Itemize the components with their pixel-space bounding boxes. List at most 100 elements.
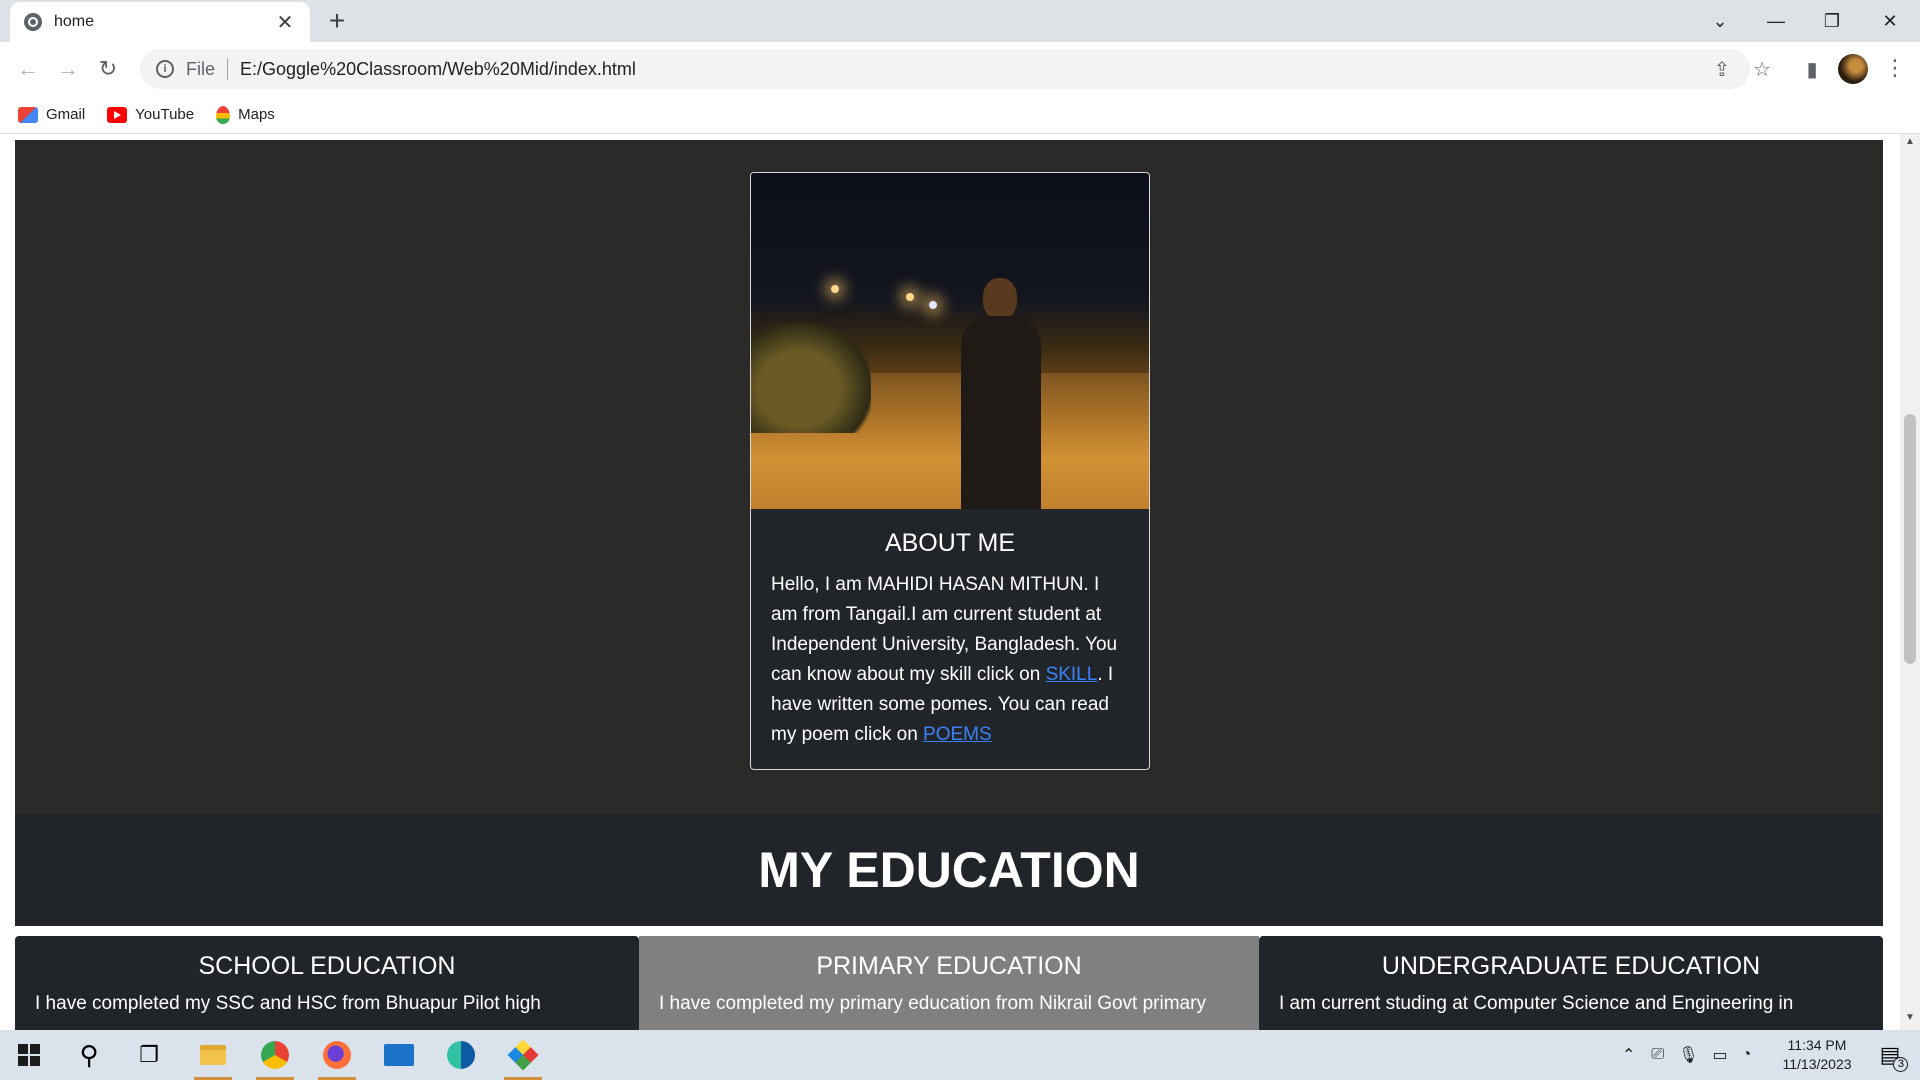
bookmark-star-icon[interactable]: ☆: [1750, 57, 1774, 81]
education-card-title: UNDERGRADUATE EDUCATION: [1381, 952, 1761, 980]
battery-icon[interactable]: ▭: [1713, 1045, 1728, 1065]
globe-icon: [24, 13, 42, 31]
profile-avatar[interactable]: [1838, 54, 1868, 84]
about-card: ABOUT ME Hello, I am MAHIDI HASAN MITHUN…: [750, 172, 1150, 770]
youtube-icon: [107, 106, 128, 123]
education-row: SCHOOL EDUCATION I have completed my SSC…: [15, 936, 1883, 1030]
notification-button[interactable]: ▤ 3: [1870, 1030, 1910, 1080]
education-card-primary: PRIMARY EDUCATION I have completed my pr…: [639, 936, 1259, 1030]
maps-icon: [216, 105, 231, 124]
reload-button[interactable]: ↻: [92, 53, 124, 85]
bookmark-youtube[interactable]: YouTube: [107, 106, 194, 123]
clock-time: 11:34 PM: [1787, 1037, 1847, 1053]
bookmark-gmail[interactable]: Gmail: [18, 106, 85, 123]
gmail-icon: [18, 106, 38, 123]
close-window-button[interactable]: ✕: [1862, 0, 1918, 42]
bookmark-label: YouTube: [135, 106, 195, 123]
education-card-text: I have completed my SSC and HSC from Bhu…: [35, 993, 541, 1014]
task-view-icon: ❐: [139, 1042, 159, 1067]
taskbar-edge[interactable]: [432, 1030, 490, 1080]
photo-person: [941, 278, 1061, 509]
taskbar-file-explorer[interactable]: [184, 1030, 242, 1080]
about-section: ABOUT ME Hello, I am MAHIDI HASAN MITHUN…: [15, 140, 1883, 814]
chevron-up-icon[interactable]: ⌃: [1622, 1045, 1635, 1065]
arrow-right-icon: →: [57, 56, 79, 81]
side-panel-icon[interactable]: ▮: [1800, 57, 1824, 81]
share-icon[interactable]: ⇪: [1710, 57, 1734, 81]
bookmark-label: Maps: [238, 106, 275, 123]
system-tray: ⌃ ⎚ 🎙 ▭ ◔: [1622, 1030, 1751, 1080]
taskbar-firefox[interactable]: [308, 1030, 366, 1080]
meet-icon[interactable]: ⎚: [1651, 1046, 1664, 1064]
folder-icon: [200, 1045, 226, 1065]
taskbar: ⚲ ❐ ⌃ ⎚ 🎙 ▭ ◔ 11:34 PM 11/13/2023 ▤ 3: [0, 1030, 1920, 1080]
search-icon: ⚲: [79, 1039, 99, 1070]
page-scrollbar[interactable]: ▲ ▼: [1900, 134, 1920, 1030]
scrollbar-thumb[interactable]: [1904, 414, 1916, 664]
arrow-left-icon: ←: [17, 56, 39, 81]
photo-streetlight: [906, 293, 914, 301]
browser-toolbar: ← → ↻ i File E:/Goggle%20Classroom/Web%2…: [0, 42, 1920, 96]
address-bar[interactable]: i File E:/Goggle%20Classroom/Web%20Mid/i…: [140, 49, 1750, 89]
skill-link[interactable]: SKILL: [1046, 664, 1098, 685]
taskbar-chrome[interactable]: [246, 1030, 304, 1080]
firefox-icon: [323, 1041, 351, 1069]
notification-icon: ▤ 3: [1880, 1042, 1909, 1072]
microphone-icon[interactable]: 🎙: [1678, 1045, 1698, 1065]
chrome-icon: [261, 1041, 289, 1069]
tab-search-button[interactable]: ⌄: [1692, 0, 1748, 42]
taskbar-app[interactable]: [494, 1030, 552, 1080]
profile-photo: [751, 173, 1149, 509]
scroll-down-icon[interactable]: ▼: [1900, 1012, 1920, 1028]
back-button[interactable]: ←: [12, 53, 44, 85]
about-card-body: ABOUT ME Hello, I am MAHIDI HASAN MITHUN…: [751, 509, 1149, 769]
clock-date: 11/13/2023: [1782, 1056, 1852, 1072]
browser-menu-icon[interactable]: ⋮: [1884, 50, 1906, 86]
education-card-undergraduate: UNDERGRADUATE EDUCATION I am current stu…: [1259, 936, 1883, 1030]
poems-link[interactable]: POEMS: [923, 724, 992, 745]
photo-streetlight: [929, 301, 937, 309]
restore-button[interactable]: ❐: [1804, 0, 1860, 42]
search-button[interactable]: ⚲: [60, 1030, 118, 1080]
bookmark-maps[interactable]: Maps: [216, 105, 275, 124]
forward-button[interactable]: →: [52, 53, 84, 85]
photo-streetlight: [831, 285, 839, 293]
bookmarks-bar: Gmail YouTube Maps: [0, 96, 1920, 134]
taskbar-clock[interactable]: 11:34 PM 11/13/2023: [1772, 1036, 1862, 1074]
education-card-school: SCHOOL EDUCATION I have completed my SSC…: [15, 936, 639, 1030]
app-diamond-icon: [507, 1039, 539, 1071]
new-tab-button[interactable]: +: [322, 6, 352, 36]
education-card-title: PRIMARY EDUCATION: [816, 952, 1082, 980]
omnibox-divider: [227, 58, 229, 80]
reload-icon: ↻: [98, 56, 118, 81]
photo-person-body: [961, 316, 1041, 509]
tab-title: home: [54, 13, 95, 30]
scroll-up-icon[interactable]: ▲: [1900, 136, 1920, 152]
education-card-text: I am current studing at Computer Science…: [1279, 993, 1794, 1014]
education-card-text: I have completed my primary education fr…: [659, 993, 1206, 1014]
about-text: Hello, I am MAHIDI HASAN MITHUN. I am fr…: [771, 570, 1129, 750]
browser-tab-home[interactable]: home ✕: [10, 2, 310, 42]
page-viewport: ABOUT ME Hello, I am MAHIDI HASAN MITHUN…: [0, 134, 1920, 1030]
url-text[interactable]: E:/Goggle%20Classroom/Web%20Mid/index.ht…: [240, 59, 636, 80]
photo-person-head: [983, 278, 1017, 320]
photo-bushes: [751, 323, 871, 433]
bookmark-label: Gmail: [46, 106, 86, 123]
taskbar-mail[interactable]: [370, 1030, 428, 1080]
edge-icon: [447, 1041, 475, 1069]
wifi-icon[interactable]: ◔: [1742, 1046, 1752, 1064]
notification-count: 3: [1893, 1057, 1909, 1072]
education-header: MY EDUCATION: [15, 814, 1883, 926]
about-title: ABOUT ME: [884, 529, 1016, 557]
education-heading: MY EDUCATION: [758, 842, 1140, 898]
task-view-button[interactable]: ❐: [120, 1030, 178, 1080]
info-icon[interactable]: i: [156, 60, 174, 78]
minimize-button[interactable]: —: [1748, 0, 1804, 42]
url-scheme: File: [186, 58, 216, 79]
close-tab-icon[interactable]: ✕: [274, 10, 296, 35]
windows-icon: [18, 1044, 40, 1066]
education-card-title: SCHOOL EDUCATION: [198, 952, 456, 980]
tab-strip: home ✕ + ⌄ — ❐ ✕: [0, 0, 1920, 42]
mail-icon: [384, 1044, 414, 1066]
start-button[interactable]: [0, 1030, 58, 1080]
